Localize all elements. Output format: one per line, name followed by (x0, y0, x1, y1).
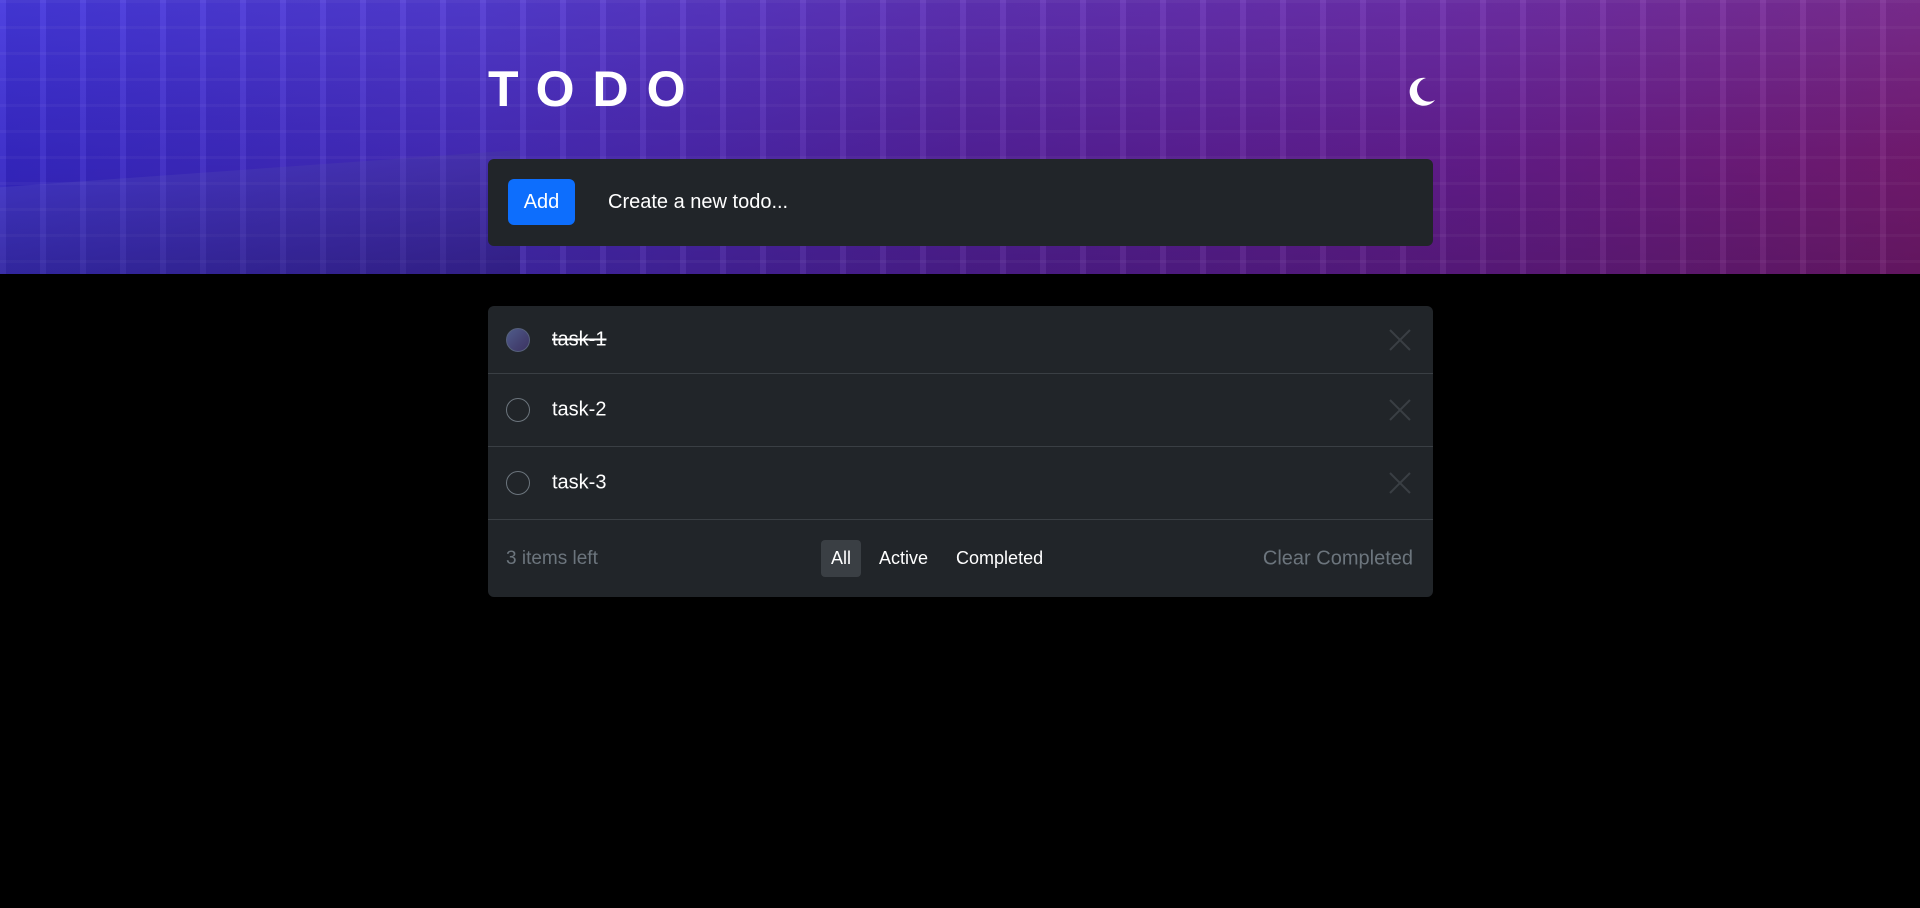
app-title: TODO (488, 61, 704, 117)
filter-active-button[interactable]: Active (869, 540, 938, 577)
todo-item: task-2 (488, 374, 1433, 447)
todo-text: task-2 (552, 398, 607, 421)
todo-checkbox[interactable] (506, 471, 530, 495)
filter-completed-button[interactable]: Completed (946, 540, 1053, 577)
todo-list: task-1 task-2 task-3 3 items left All Ac… (488, 306, 1433, 597)
new-todo-input[interactable] (608, 179, 1408, 225)
moon-icon (1409, 77, 1435, 106)
todo-checkbox[interactable] (506, 398, 530, 422)
todo-item: task-3 (488, 447, 1433, 520)
todo-item: task-1 (488, 306, 1433, 374)
todo-footer: 3 items left All Active Completed Clear … (488, 520, 1433, 597)
close-icon[interactable] (1387, 470, 1413, 496)
close-icon[interactable] (1387, 327, 1413, 353)
new-todo-bar: Add (488, 159, 1433, 246)
theme-toggle-button[interactable] (1402, 72, 1442, 112)
todo-checkbox[interactable] (506, 327, 530, 352)
todo-text: task-1 (552, 328, 607, 350)
clear-completed-button[interactable]: Clear Completed (1263, 547, 1413, 570)
filter-all-button[interactable]: All (821, 540, 862, 577)
todo-text: task-3 (552, 471, 607, 494)
items-left-count: 3 items left (506, 547, 598, 569)
close-icon[interactable] (1387, 397, 1413, 423)
filter-group: All Active Completed (821, 540, 1053, 577)
add-button[interactable]: Add (508, 179, 575, 225)
